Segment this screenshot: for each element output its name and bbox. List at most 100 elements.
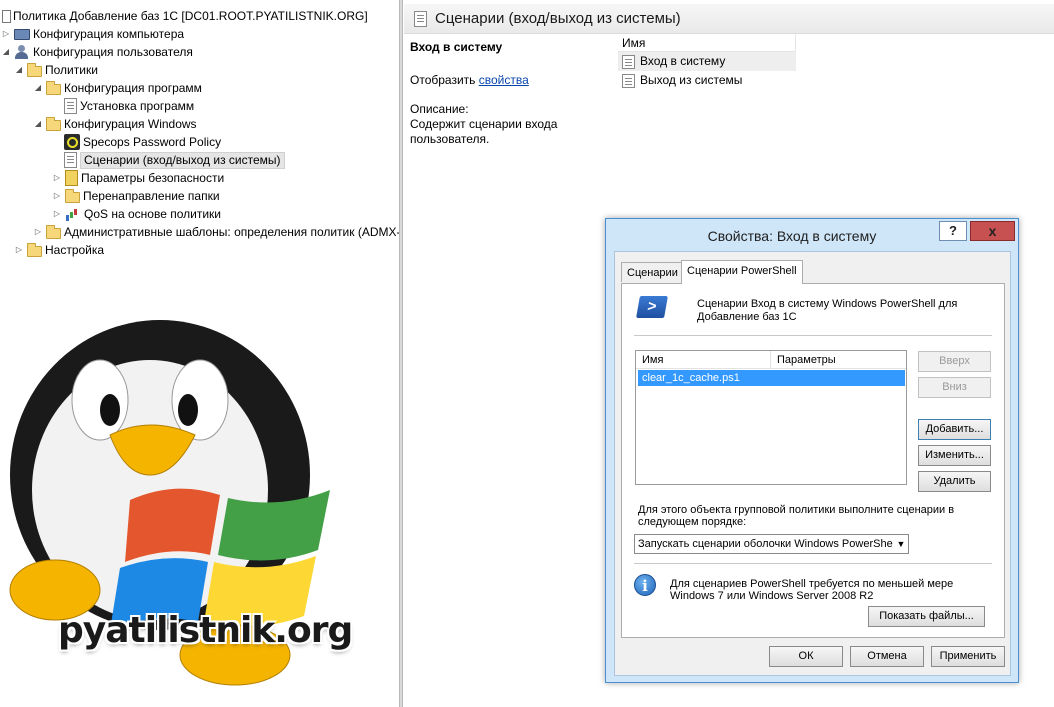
help-button[interactable]: ? [939, 221, 967, 241]
folder-icon [27, 242, 42, 257]
script-list[interactable]: Имя Параметры clear_1c_cache.ps1 [635, 350, 907, 485]
cancel-button[interactable]: Отмена [850, 646, 924, 667]
script-row[interactable]: clear_1c_cache.ps1 [638, 370, 905, 386]
tree-item-computer-config[interactable]: ▷ Конфигурация компьютера [0, 25, 184, 43]
powershell-tab-panel: > Сценарии Вход в систему Windows PowerS… [621, 283, 1005, 638]
tree-item-label: Конфигурация Windows [64, 117, 197, 131]
tree-item-admin-templates[interactable]: ▷ Административные шаблоны: определения … [32, 223, 399, 241]
collapse-arrow-icon[interactable]: ◢ [32, 79, 44, 97]
penguin-logo: pyatilistnik.org [0, 300, 399, 707]
expand-arrow-icon[interactable]: ▷ [51, 169, 63, 187]
expand-arrow-icon[interactable]: ▷ [51, 205, 63, 223]
separator [634, 563, 992, 564]
pane-splitter[interactable] [399, 0, 403, 707]
move-up-button[interactable]: Вверх [918, 351, 991, 372]
expand-arrow-icon[interactable]: ▷ [51, 187, 63, 205]
tree-item-windows-config[interactable]: ◢ Конфигурация Windows [32, 115, 197, 133]
folder-icon [27, 62, 42, 77]
tree-item-qos[interactable]: ▷ QoS на основе политики [51, 205, 221, 223]
description-text: Содержит сценарии входа пользователя. [410, 117, 558, 146]
folder-icon [46, 116, 61, 131]
show-files-button[interactable]: Показать файлы... [868, 606, 985, 627]
scripts-list: Имя Вход в систему Выход из системы [618, 34, 998, 90]
expand-arrow-icon[interactable]: ▷ [32, 223, 44, 241]
apply-button[interactable]: Применить [931, 646, 1005, 667]
show-prefix: Отобразить [410, 73, 476, 87]
logo-text: pyatilistnik.org [58, 610, 353, 651]
tree-item-label: Конфигурация компьютера [33, 27, 185, 41]
expand-arrow-icon[interactable]: ▷ [13, 241, 25, 259]
policy-object-icon [0, 8, 11, 24]
script-icon [622, 73, 635, 88]
close-button[interactable]: x [970, 221, 1015, 241]
script-icon [414, 10, 427, 27]
bar-chart-icon [65, 206, 81, 222]
section-heading: Вход в систему [410, 40, 503, 54]
collapse-arrow-icon[interactable]: ◢ [13, 61, 25, 79]
script-icon [64, 152, 77, 168]
tree-item-security-settings[interactable]: ▷ Параметры безопасности [51, 169, 224, 187]
requirements-info-text: Для сценариев PowerShell требуется по ме… [670, 578, 954, 602]
computer-icon [14, 28, 30, 40]
tree-item-policies[interactable]: ◢ Политики [13, 61, 98, 79]
chevron-down-icon: ▼ [894, 535, 908, 553]
tree-item-user-config[interactable]: ◢ Конфигурация пользователя [0, 43, 193, 61]
tree-item-software-install[interactable]: Установка программ [64, 97, 194, 115]
add-button[interactable]: Добавить... [918, 419, 991, 440]
list-item-label: Выход из системы [640, 73, 743, 87]
collapse-arrow-icon[interactable]: ◢ [0, 43, 12, 61]
details-header: Сценарии (вход/выход из системы) [404, 4, 1054, 34]
tab-scripts[interactable]: Сценарии [621, 262, 684, 282]
specops-icon [64, 134, 80, 150]
tree-item-label: Административные шаблоны: определения по… [64, 225, 399, 239]
tree-item-folder-redirection[interactable]: ▷ Перенаправление папки [51, 187, 220, 205]
description-label: Описание: [410, 102, 469, 116]
folder-icon [65, 188, 80, 203]
tree-item-label: Политики [45, 63, 98, 77]
properties-link[interactable]: свойства [479, 73, 529, 87]
list-item-logoff[interactable]: Выход из системы [618, 71, 796, 90]
collapse-arrow-icon[interactable]: ◢ [32, 115, 44, 133]
details-header-title: Сценарии (вход/выход из системы) [435, 10, 681, 27]
list-column-name[interactable]: Имя [618, 34, 796, 52]
tree-item-label: Сценарии (вход/выход из системы) [80, 151, 285, 169]
tree-item-specops[interactable]: Specops Password Policy [64, 133, 221, 151]
tree-item-scripts[interactable]: Сценарии (вход/выход из системы) [64, 151, 285, 169]
tree-item-label: Конфигурация пользователя [33, 45, 193, 59]
tree-item-label: Настройка [45, 243, 105, 257]
execution-order-label: Для этого объекта групповой политики вып… [638, 504, 955, 528]
folder-icon [46, 80, 61, 95]
folder-icon [46, 224, 61, 239]
tab-powershell-scripts[interactable]: Сценарии PowerShell [681, 260, 803, 284]
tree-item-label: Перенаправление папки [83, 189, 220, 203]
policy-tree-pane: Политика Добавление баз 1С [DC01.ROOT.PY… [0, 0, 399, 707]
delete-button[interactable]: Удалить [918, 471, 991, 492]
info-icon: i [634, 574, 656, 596]
execution-order-value: Запускать сценарии оболочки Windows Powe… [638, 538, 893, 550]
edit-button[interactable]: Изменить... [918, 445, 991, 466]
tree-item-label: QoS на основе политики [84, 207, 221, 221]
software-install-icon [64, 98, 77, 114]
powershell-icon: > [636, 296, 668, 318]
tree-item-label: Конфигурация программ [64, 81, 202, 95]
script-list-header: Имя Параметры [636, 351, 906, 369]
description-column: Вход в систему Отобразить свойства Описа… [410, 40, 610, 147]
tree-item-label: Политика Добавление баз 1С [DC01.ROOT.PY… [13, 9, 368, 23]
expand-arrow-icon[interactable]: ▷ [0, 25, 12, 43]
move-down-button[interactable]: Вниз [918, 377, 991, 398]
user-icon [14, 44, 30, 60]
show-properties-line: Отобразить свойства [410, 73, 610, 88]
script-icon [622, 54, 635, 69]
column-parameters[interactable]: Параметры [770, 351, 836, 369]
security-icon [65, 170, 78, 186]
list-item-logon[interactable]: Вход в систему [618, 52, 796, 71]
powershell-description: Сценарии Вход в систему Windows PowerShe… [697, 298, 958, 323]
tree-item-label: Параметры безопасности [81, 171, 225, 185]
ok-button[interactable]: ОК [769, 646, 843, 667]
column-name[interactable]: Имя [642, 351, 663, 369]
tree-item-software-config[interactable]: ◢ Конфигурация программ [32, 79, 202, 97]
execution-order-select[interactable]: Запускать сценарии оболочки Windows Powe… [634, 534, 909, 554]
separator [634, 335, 992, 336]
tree-item-preferences[interactable]: ▷ Настройка [13, 241, 104, 259]
tree-item-policy-root[interactable]: Политика Добавление баз 1С [DC01.ROOT.PY… [0, 7, 368, 25]
